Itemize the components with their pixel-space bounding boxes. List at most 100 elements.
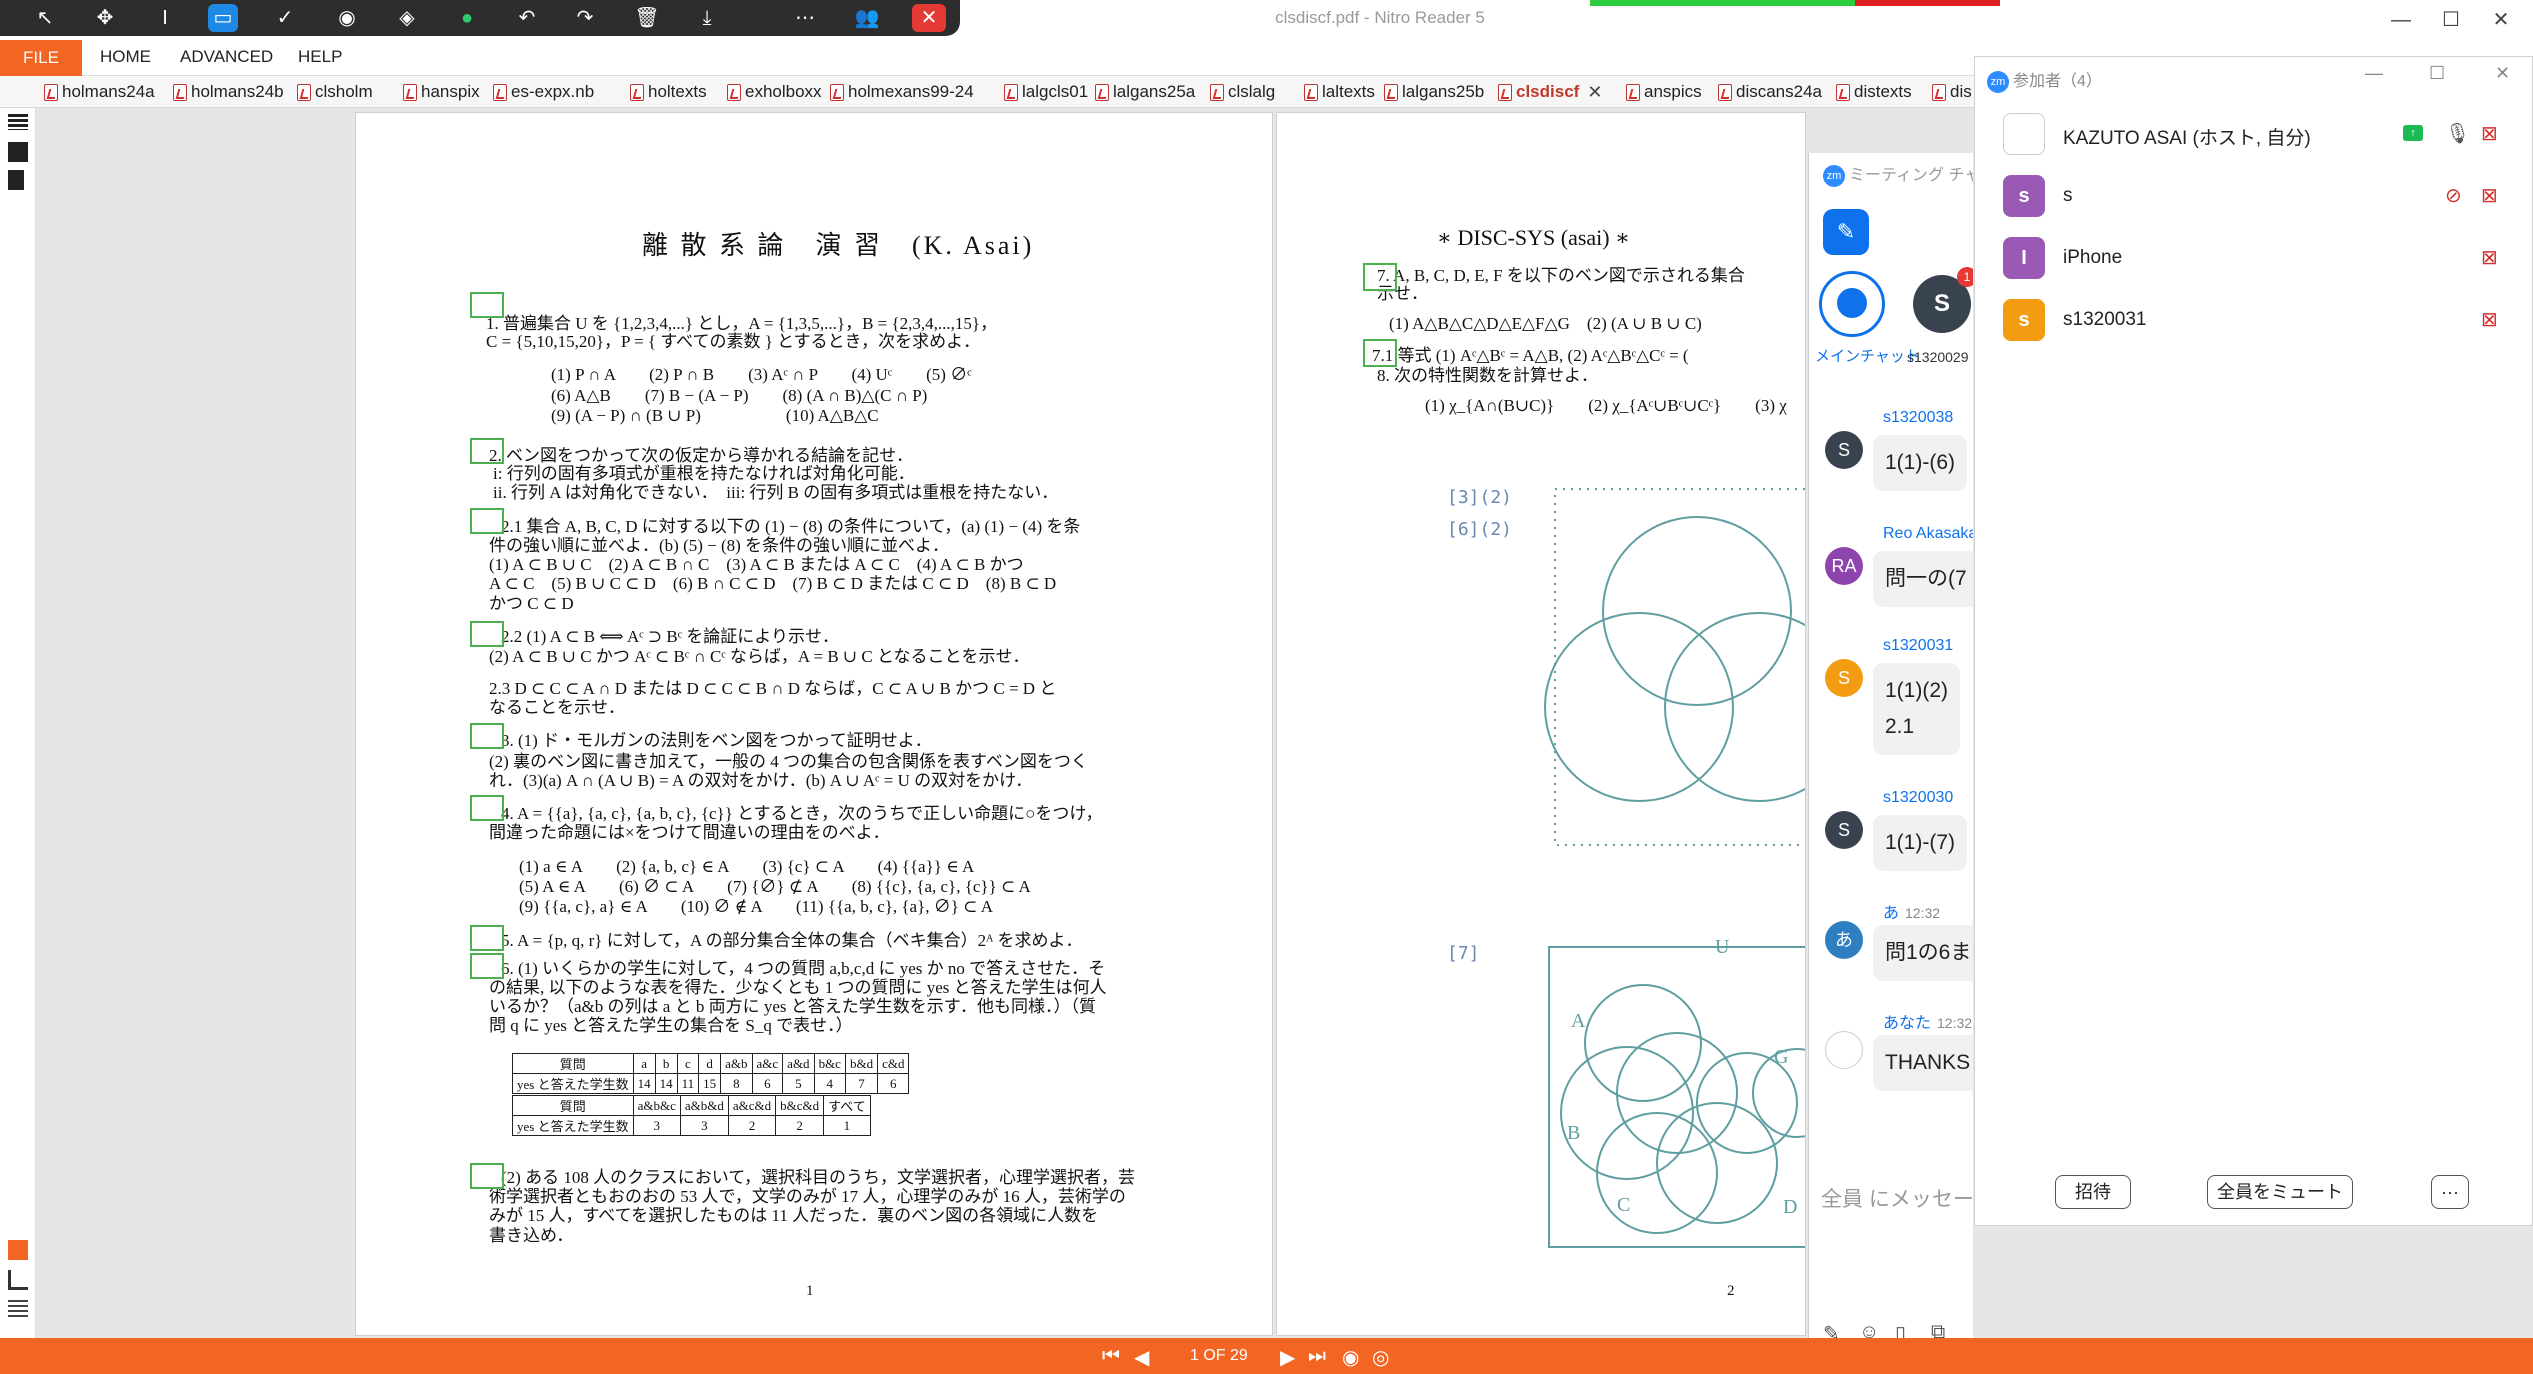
tab-clsholm[interactable]: clsholm (297, 79, 373, 105)
trash-icon[interactable]: 🗑 (632, 4, 662, 32)
redo-icon[interactable]: ↷ (570, 4, 600, 32)
participant-row[interactable]: s s ⊘ ⊠ (2003, 175, 2523, 219)
tab-holmans24a[interactable]: holmans24a (44, 79, 155, 105)
tab-distexts[interactable]: distexts (1836, 79, 1912, 105)
stamp-icon[interactable]: ◉ (332, 4, 362, 32)
tab-close-icon[interactable]: ✕ (1587, 82, 1602, 103)
main-chat-button[interactable] (1819, 271, 1885, 337)
tool-orange-icon[interactable] (8, 1240, 28, 1260)
tab-label: laltexts (1322, 82, 1375, 101)
layers-icon[interactable] (8, 170, 24, 190)
message-text: 1(1)(2) (1885, 679, 1949, 702)
thumbnails-icon[interactable] (8, 114, 28, 130)
message-sender: s1320031 (1883, 637, 1959, 655)
format-icon[interactable]: ✎ (1823, 1321, 1840, 1338)
green-annotation-box[interactable] (470, 292, 504, 318)
message-bubble[interactable]: 問一の(7 (1873, 551, 1973, 607)
table2-cell: 1 (823, 1115, 871, 1136)
tab-holmexans99-24[interactable]: holmexans99-24 (830, 79, 974, 105)
message-bubble[interactable]: 1(1)(2) 2.1 (1873, 663, 1961, 755)
video-off-icon[interactable]: ⊠ (2481, 307, 2498, 332)
message-bubble[interactable]: THANKS (1873, 1035, 1973, 1091)
first-page-icon[interactable]: ⏮ (1102, 1345, 1120, 1368)
tab-lalgans25a[interactable]: lalgans25a (1095, 79, 1195, 105)
tab-holtexts[interactable]: holtexts (630, 79, 707, 105)
close-window-button[interactable]: ✕ (2480, 2, 2522, 38)
green-annotation-box[interactable] (470, 508, 504, 534)
green-annotation-box[interactable] (470, 723, 504, 749)
message-bubble[interactable]: 1(1)-(7) (1873, 815, 1968, 871)
chat-input[interactable]: 全員 にメッセージ (1821, 1183, 1973, 1213)
mic-icon[interactable]: 🎙 (2445, 121, 2470, 146)
list-icon[interactable] (8, 1300, 28, 1320)
tab-lalgans25b[interactable]: lalgans25b (1384, 79, 1484, 105)
prev-page-icon[interactable]: ◀ (1134, 1345, 1149, 1370)
close-icon[interactable]: ✕ (912, 4, 946, 32)
file-icon[interactable]: ▯ (1895, 1321, 1906, 1338)
eraser-icon[interactable]: ◈ (392, 4, 422, 32)
outline-icon[interactable] (8, 1270, 28, 1290)
tab-laltexts[interactable]: laltexts (1304, 79, 1375, 105)
forward-icon[interactable]: ◎ (1372, 1345, 1389, 1370)
tab-es-expx.nb[interactable]: es-expx.nb (493, 79, 594, 105)
download-icon[interactable]: ⤓ (692, 4, 722, 32)
color-dot-icon[interactable]: ● (452, 4, 482, 32)
green-annotation-box[interactable] (470, 795, 504, 821)
menu-advanced[interactable]: ADVANCED (180, 47, 273, 67)
participant-row[interactable]: s s1320031 ⊠ (2003, 299, 2523, 343)
tab-label: dis (1950, 82, 1972, 101)
pdf-page-2: ∗ DISC-SYS (asai) ∗ 7. A, B, C, D, E, F … (1276, 112, 1806, 1336)
green-annotation-box[interactable] (470, 953, 504, 979)
video-off-icon[interactable]: ⊠ (2481, 121, 2498, 146)
menu-home[interactable]: HOME (100, 47, 151, 67)
bookmark-icon[interactable] (8, 142, 28, 162)
emoji-icon[interactable]: ☺ (1859, 1321, 1879, 1338)
video-off-icon[interactable]: ⊠ (2481, 183, 2498, 208)
screenshot-icon[interactable]: ⧉ (1931, 1321, 1945, 1338)
panel-close-button[interactable]: ✕ (2495, 63, 2510, 84)
tab-lalgcls01[interactable]: lalgcls01 (1004, 79, 1088, 105)
next-page-icon[interactable]: ▶ (1280, 1345, 1295, 1370)
more-icon[interactable]: ⋯ (790, 4, 820, 32)
more-options-button[interactable]: ··· (2431, 1175, 2469, 1209)
menu-file[interactable]: FILE (0, 40, 82, 76)
message-bubble[interactable]: 問1の6ま (1873, 925, 1973, 981)
undo-icon[interactable]: ↶ (512, 4, 542, 32)
invite-button[interactable]: 招待 (2055, 1175, 2131, 1209)
participant-row[interactable]: KAZUTO ASAI (ホスト, 自分) ↑ 🎙 ⊠ (2003, 113, 2523, 157)
tab-discans24a[interactable]: discans24a (1718, 79, 1822, 105)
tab-hanspix[interactable]: hanspix (403, 79, 480, 105)
message-bubble[interactable]: 1(1)-(6) (1873, 435, 1968, 491)
green-annotation-box[interactable] (470, 438, 504, 464)
mute-all-button[interactable]: 全員をミュート (2207, 1175, 2353, 1209)
pan-icon[interactable]: ✥ (90, 4, 120, 32)
green-annotation-box[interactable] (470, 1163, 504, 1189)
tab-anspics[interactable]: anspics (1626, 79, 1702, 105)
tab-clslalg[interactable]: clslalg (1210, 79, 1275, 105)
tab-dis[interactable]: dis (1932, 79, 1972, 105)
cursor-icon[interactable]: ↖ (30, 4, 60, 32)
back-icon[interactable]: ◉ (1342, 1345, 1359, 1370)
check-icon[interactable]: ✓ (270, 4, 300, 32)
last-page-icon[interactable]: ⏭ (1308, 1345, 1326, 1368)
tab-clsdiscf[interactable]: clsdiscf ✕ (1498, 79, 1602, 105)
new-chat-button[interactable]: ✎ (1823, 209, 1869, 255)
tab-holmans24b[interactable]: holmans24b (173, 79, 284, 105)
green-annotation-box[interactable] (470, 621, 504, 647)
page-indicator[interactable]: 1 OF 29 (1190, 1347, 1248, 1365)
maximize-button[interactable]: ☐ (2430, 2, 2472, 38)
pdf-file-icon (1836, 83, 1850, 101)
video-off-icon[interactable]: ⊠ (2481, 245, 2498, 270)
tab-exholboxx[interactable]: exholboxx (727, 79, 822, 105)
panel-minimize-button[interactable]: — (2365, 63, 2383, 84)
mic-muted-icon[interactable]: ⊘ (2445, 183, 2462, 208)
text-cursor-icon[interactable]: I (150, 4, 180, 32)
table2-cell: 質問 (512, 1095, 634, 1116)
minimize-button[interactable]: — (2380, 2, 2422, 38)
panel-maximize-button[interactable]: ☐ (2429, 63, 2445, 84)
green-annotation-box[interactable] (470, 925, 504, 951)
people-icon[interactable]: 👥 (852, 4, 882, 32)
rectangle-icon[interactable]: ▭ (208, 4, 238, 32)
participant-row[interactable]: IiPhone ⊠ (2003, 237, 2523, 281)
menu-help[interactable]: HELP (298, 47, 342, 67)
